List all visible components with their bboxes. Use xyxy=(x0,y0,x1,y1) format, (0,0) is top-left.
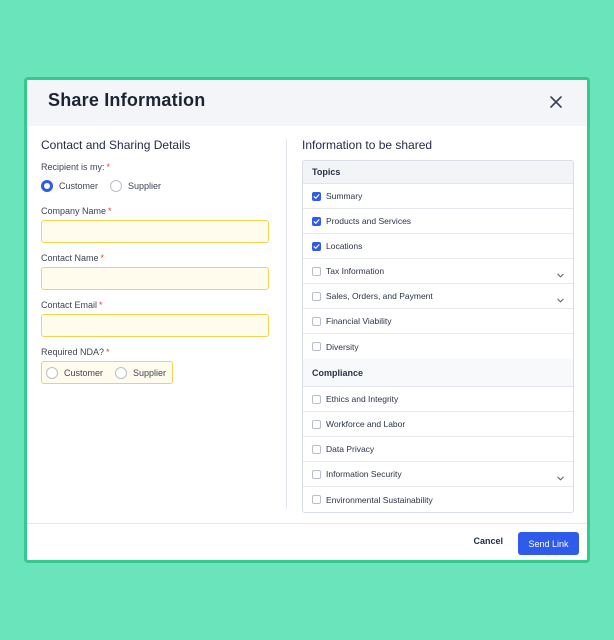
topics-list: Summary Products and Services Locations Tax… xyxy=(303,184,573,359)
check-icon xyxy=(313,218,320,224)
option-label: Summary xyxy=(326,191,363,201)
required-marker: * xyxy=(106,162,111,172)
topics-header: Topics xyxy=(303,161,573,184)
option-label: Locations xyxy=(326,241,363,251)
checkbox[interactable] xyxy=(312,469,321,479)
option-label: Workforce and Labor xyxy=(326,419,406,429)
recipient-supplier-label[interactable]: Supplier xyxy=(128,181,161,191)
nda-customer-radio[interactable] xyxy=(46,366,58,379)
shared-info-panel: Topics Summary Products and Services Locat… xyxy=(302,160,574,513)
option-label: Data Privacy xyxy=(326,444,375,454)
compliance-option-row[interactable]: Workforce and Labor xyxy=(303,412,573,437)
option-label: Ethics and Integrity xyxy=(326,394,399,404)
checkbox[interactable] xyxy=(312,291,321,301)
topics-option-row[interactable]: Locations xyxy=(303,234,573,259)
nda-supplier-label[interactable]: Supplier xyxy=(133,368,166,378)
recipient-label: Recipient is my: * xyxy=(41,162,111,172)
option-label: Sales, Orders, and Payment xyxy=(326,291,433,301)
cancel-button[interactable]: Cancel xyxy=(473,536,503,546)
compliance-option-row[interactable]: Ethics and Integrity xyxy=(303,387,573,412)
compliance-list: Ethics and Integrity Workforce and Labor D… xyxy=(303,387,573,512)
checkbox[interactable] xyxy=(312,316,321,326)
compliance-option-row[interactable]: Environmental Sustainability xyxy=(303,487,573,512)
dialog-header: Share Information xyxy=(27,80,587,126)
column-divider xyxy=(286,139,287,509)
recipient-customer-label[interactable]: Customer xyxy=(59,181,98,191)
topics-option-row[interactable]: Sales, Orders, and Payment xyxy=(303,284,573,309)
shared-info-title: Information to be shared xyxy=(302,138,433,152)
checkbox[interactable] xyxy=(312,495,321,504)
checkbox[interactable] xyxy=(312,444,321,454)
recipient-radio-group: Customer Supplier xyxy=(41,178,273,194)
checkbox[interactable] xyxy=(312,216,321,226)
option-label: Financial Viability xyxy=(326,316,392,326)
checkbox[interactable] xyxy=(312,419,321,429)
topics-option-row[interactable]: Financial Viability xyxy=(303,309,573,334)
checkbox[interactable] xyxy=(312,191,321,201)
chevron-down-icon[interactable] xyxy=(556,267,565,278)
required-marker: * xyxy=(99,300,103,310)
close-icon[interactable] xyxy=(545,91,567,113)
checkbox[interactable] xyxy=(312,266,321,276)
chevron-down-icon[interactable] xyxy=(556,470,565,481)
compliance-option-row[interactable]: Data Privacy xyxy=(303,437,573,462)
topics-option-row[interactable]: Diversity xyxy=(303,334,573,359)
dialog-title: Share Information xyxy=(48,90,206,110)
required-marker: * xyxy=(106,347,110,357)
option-label: Environmental Sustainability xyxy=(326,494,433,505)
shared-info-section: Information to be shared Topics Summary P… xyxy=(302,138,574,513)
check-icon xyxy=(313,243,320,249)
nda-supplier-radio[interactable] xyxy=(115,366,128,379)
topics-option-row[interactable]: Products and Services xyxy=(303,209,573,234)
recipient-customer-radio[interactable] xyxy=(41,180,53,192)
send-link-button[interactable]: Send Link xyxy=(518,532,579,555)
checkbox[interactable] xyxy=(312,394,321,404)
required-marker: * xyxy=(108,206,112,216)
recipient-supplier-radio[interactable] xyxy=(110,180,123,192)
checkbox[interactable] xyxy=(312,342,321,351)
topics-option-row[interactable]: Summary xyxy=(303,184,573,209)
contact-email-input[interactable] xyxy=(41,314,269,337)
nda-radio-group: Customer Supplier xyxy=(41,361,174,384)
required-marker: * xyxy=(100,253,105,263)
contact-name-label: Contact Name * xyxy=(41,253,105,263)
contact-email-label: Contact Email * xyxy=(41,300,103,310)
option-label: Diversity xyxy=(326,341,359,352)
compliance-header: Compliance xyxy=(303,359,573,387)
company-name-label: Company Name * xyxy=(41,206,112,216)
checkbox[interactable] xyxy=(312,241,321,251)
topics-option-row[interactable]: Tax Information xyxy=(303,259,573,284)
option-label: Tax Information xyxy=(326,266,385,276)
contact-name-input[interactable] xyxy=(41,267,269,290)
contact-section-title: Contact and Sharing Details xyxy=(41,138,191,152)
nda-label: Required NDA? * xyxy=(41,347,110,357)
company-name-input[interactable] xyxy=(41,220,269,243)
option-label: Products and Services xyxy=(326,216,412,226)
contact-details-section: Contact and Sharing Details Recipient is… xyxy=(41,138,273,384)
check-icon xyxy=(313,193,320,199)
chevron-down-icon[interactable] xyxy=(556,292,565,303)
share-information-dialog: Share Information Contact and Sharing De… xyxy=(24,77,590,563)
nda-customer-label[interactable]: Customer xyxy=(64,368,103,378)
dialog-footer: Cancel Send Link xyxy=(27,523,587,560)
compliance-option-row[interactable]: Information Security xyxy=(303,462,573,487)
option-label: Information Security xyxy=(326,469,402,479)
